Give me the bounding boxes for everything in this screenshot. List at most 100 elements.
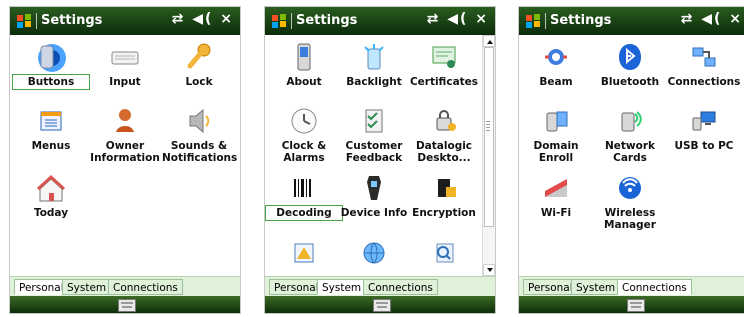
settings-window-personal: Settings ⇄ ◀( × Buttons Input Lock Menus… <box>9 6 241 314</box>
feedback-icon <box>357 104 391 138</box>
encryption-icon <box>427 171 461 205</box>
settings-item-wi-fi[interactable]: Wi-Fi <box>519 171 593 219</box>
settings-item-label: Encryption <box>412 207 476 219</box>
softkey-bar <box>10 296 240 313</box>
settings-item-today[interactable]: Today <box>14 171 88 219</box>
settings-item-partial-3[interactable] <box>407 236 481 272</box>
tab-connections[interactable]: Connections <box>363 279 438 295</box>
title-bar: Settings ⇄ ◀( × <box>519 7 744 35</box>
settings-item-wireless-manager[interactable]: Wireless Manager <box>593 171 667 231</box>
volume-icon[interactable]: ◀( <box>447 11 468 27</box>
tab-system[interactable]: System <box>62 279 112 295</box>
settings-item-label: Lock <box>185 76 213 88</box>
tab-strip: Personal System Connections <box>10 276 240 297</box>
globe-icon <box>357 236 391 270</box>
connectivity-icon[interactable]: ⇄ <box>681 11 695 27</box>
softkey-bar <box>265 296 495 313</box>
menus-icon <box>34 104 68 138</box>
tab-system[interactable]: System <box>317 279 367 295</box>
keyboard-icon[interactable] <box>373 299 391 312</box>
settings-item-label: Menus <box>31 140 71 152</box>
settings-item-label: Clock & Alarms <box>281 140 327 164</box>
settings-item-bluetooth[interactable]: Bluetooth <box>593 40 667 88</box>
device-info-icon <box>357 171 391 205</box>
vertical-scrollbar[interactable] <box>482 35 495 276</box>
settings-item-owner-information[interactable]: Owner Information <box>88 104 162 164</box>
tab-personal[interactable]: Personal <box>523 279 578 295</box>
settings-item-about[interactable]: About <box>267 40 341 88</box>
domain-enroll-icon <box>539 104 573 138</box>
close-icon[interactable]: × <box>220 11 234 27</box>
usb-to-pc-icon <box>687 104 721 138</box>
network-cards-icon <box>613 104 647 138</box>
backlight-icon <box>357 40 391 74</box>
settings-item-label: Backlight <box>346 76 402 88</box>
connections-icon <box>687 40 721 74</box>
user-icon <box>108 104 142 138</box>
scroll-thumb[interactable] <box>484 47 494 227</box>
settings-item-lock[interactable]: Lock <box>162 40 236 88</box>
settings-item-label: Sounds & Notifications <box>162 140 238 164</box>
title-bar: Settings ⇄ ◀( × <box>10 7 240 35</box>
scroll-down-button[interactable] <box>483 264 495 276</box>
settings-item-input[interactable]: Input <box>88 40 162 88</box>
home-icon <box>34 171 68 205</box>
scroll-up-button[interactable] <box>483 35 495 47</box>
settings-item-label: Today <box>33 207 69 219</box>
volume-icon[interactable]: ◀( <box>701 11 722 27</box>
bluetooth-icon <box>613 40 647 74</box>
settings-item-beam[interactable]: Beam <box>519 40 593 88</box>
settings-item-decoding[interactable]: Decoding <box>265 171 343 221</box>
connectivity-icon[interactable]: ⇄ <box>427 11 441 27</box>
close-icon[interactable]: × <box>475 11 489 27</box>
connectivity-icon[interactable]: ⇄ <box>172 11 186 27</box>
settings-item-label: Wireless Manager <box>604 207 656 231</box>
settings-item-device-info[interactable]: Device Info <box>337 171 411 219</box>
settings-item-backlight[interactable]: Backlight <box>337 40 411 88</box>
title-separator <box>545 13 546 29</box>
chevron-up-icon <box>487 40 493 44</box>
tab-personal[interactable]: Personal <box>269 279 324 295</box>
settings-item-label: Customer Feedback <box>345 140 403 164</box>
settings-item-connections[interactable]: Connections <box>667 40 741 88</box>
tab-personal[interactable]: Personal <box>14 279 69 295</box>
tab-connections[interactable]: Connections <box>108 279 183 295</box>
barcode-icon <box>287 171 321 205</box>
volume-icon[interactable]: ◀( <box>192 11 213 27</box>
tab-connections[interactable]: Connections <box>617 279 692 295</box>
chevron-down-icon <box>487 268 493 272</box>
settings-item-menus[interactable]: Menus <box>14 104 88 152</box>
settings-item-domain-enroll[interactable]: Domain Enroll <box>519 104 593 164</box>
settings-item-datalogic-desktop[interactable]: Datalogic Deskto... <box>407 104 481 164</box>
settings-item-network-cards[interactable]: Network Cards <box>593 104 667 164</box>
settings-item-label: USB to PC <box>674 140 734 152</box>
settings-item-buttons[interactable]: Buttons <box>12 40 90 90</box>
settings-item-clock-alarms[interactable]: Clock & Alarms <box>267 104 341 164</box>
settings-item-label: Beam <box>539 76 573 88</box>
settings-grid: Buttons Input Lock Menus Owner Informati… <box>10 35 240 276</box>
device-about-icon <box>287 40 321 74</box>
settings-item-customer-feedback[interactable]: Customer Feedback <box>337 104 411 164</box>
settings-item-sounds-notifications[interactable]: Sounds & Notifications <box>162 104 238 164</box>
windows-logo-icon <box>526 14 540 28</box>
settings-item-encryption[interactable]: Encryption <box>407 171 481 219</box>
keyboard-icon[interactable] <box>627 299 645 312</box>
wifi-icon <box>539 171 573 205</box>
settings-item-certificates[interactable]: Certificates <box>407 40 481 88</box>
keyboard-icon[interactable] <box>118 299 136 312</box>
settings-item-usb-to-pc[interactable]: USB to PC <box>667 104 741 152</box>
settings-item-label: Owner Information <box>90 140 160 164</box>
settings-item-partial-1[interactable] <box>267 236 341 272</box>
system-tray: ⇄ ◀( × <box>427 11 489 27</box>
settings-item-label: Wi-Fi <box>540 207 572 219</box>
window-title: Settings <box>550 13 612 28</box>
settings-item-partial-2[interactable] <box>337 236 411 272</box>
clock-icon <box>287 104 321 138</box>
tab-system[interactable]: System <box>571 279 621 295</box>
close-icon[interactable]: × <box>729 11 743 27</box>
sound-icon <box>182 104 216 138</box>
tab-strip: Personal System Connections <box>265 276 495 297</box>
settings-item-label: Device Info <box>340 207 408 219</box>
settings-window-connections: Settings ⇄ ◀( × Beam Bluetooth Connectio… <box>518 6 744 314</box>
settings-item-label: About <box>286 76 322 88</box>
